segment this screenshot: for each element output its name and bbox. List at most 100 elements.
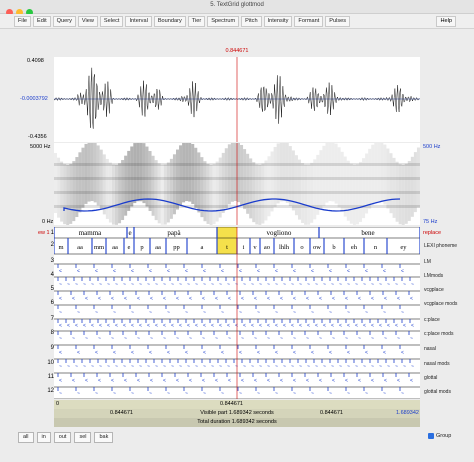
phoneme-label[interactable]: eh	[351, 244, 358, 251]
tier-mark: <	[111, 378, 114, 384]
spectrogram-panel[interactable]	[54, 143, 420, 225]
tier-mark: <	[95, 350, 98, 356]
tier-mark: <	[371, 323, 374, 329]
tier-mark: <	[95, 269, 98, 275]
group-checkbox[interactable]: Group	[428, 433, 451, 439]
tier-mark: ~	[139, 364, 142, 370]
tier-mark: ~	[149, 391, 152, 397]
tier-mark: ~	[411, 364, 414, 370]
phoneme-label[interactable]: o	[300, 244, 303, 251]
phoneme-label[interactable]: mm	[94, 244, 104, 251]
checkbox-icon[interactable]	[428, 433, 434, 439]
tier-mark: ~	[189, 336, 192, 342]
tier-mark: ~	[228, 336, 231, 342]
tier-mark: <	[124, 296, 127, 302]
tier-mark: <	[59, 350, 62, 356]
phoneme-label[interactable]: ao	[264, 244, 270, 251]
phoneme-label[interactable]: lhlh	[279, 244, 290, 251]
tier-mark: <	[251, 323, 254, 329]
tier-mark: <	[283, 323, 286, 329]
tier-mark: <	[221, 269, 224, 275]
phoneme-label[interactable]: pp	[173, 244, 180, 251]
phoneme-label[interactable]: aa	[155, 244, 161, 251]
phoneme-label[interactable]: b	[332, 244, 335, 251]
phoneme-label[interactable]: t	[226, 244, 228, 251]
menu-select[interactable]: Select	[99, 16, 124, 27]
tier-mark: ~	[379, 364, 382, 370]
tier-mark: <	[185, 350, 188, 356]
phoneme-label[interactable]: aa	[77, 244, 83, 251]
menu-interval[interactable]: Interval	[125, 16, 152, 27]
tier-mark: <	[59, 378, 62, 384]
menu-edit[interactable]: Edit	[33, 16, 51, 27]
tier-mark: ~	[411, 282, 414, 288]
menu-spectrum[interactable]: Spectrum	[207, 16, 240, 27]
phoneme-label[interactable]: n	[374, 244, 378, 251]
tier-mark: <	[113, 350, 116, 356]
tier-mark: ~	[219, 282, 222, 288]
tier-area[interactable]: mamma e papà vogliono bene m aa mm aa e p aa pp a t i v a…	[54, 227, 420, 399]
menu-pitch[interactable]: Pitch	[241, 16, 262, 27]
phoneme-label[interactable]: m	[58, 244, 63, 251]
phoneme-label[interactable]: aa	[112, 244, 118, 251]
tier-mark: <	[115, 323, 118, 329]
phoneme-label[interactable]: p	[140, 244, 143, 251]
menu-bar: File Edit Query View Select Interval Boundary T…	[0, 14, 474, 29]
tier-mark: ~	[383, 391, 386, 397]
tier-mark: ~	[379, 282, 382, 288]
tier-mark: ~	[401, 310, 404, 316]
tier-mark: ~	[323, 364, 326, 370]
button-out[interactable]: out	[53, 432, 72, 443]
tier-mark: ~	[293, 310, 296, 316]
tier-name: c:place	[424, 317, 440, 323]
praat-window: 5. TextGrid glottmod File Edit Query View Se…	[0, 0, 474, 462]
tier-mark: ~	[167, 391, 170, 397]
button-all[interactable]: all	[18, 432, 34, 443]
tier-mark: ~	[358, 336, 361, 342]
waveform-panel[interactable]	[54, 57, 420, 142]
phoneme-label[interactable]: ey	[400, 244, 407, 251]
tier-mark: <	[235, 323, 238, 329]
phoneme-label[interactable]: i	[243, 244, 245, 251]
word-label[interactable]: vogliono	[267, 229, 292, 237]
tier-mark: ~	[227, 282, 230, 288]
tier-mark: <	[306, 296, 309, 302]
group-label: Group	[436, 433, 452, 439]
tier-mark: <	[67, 323, 70, 329]
tier-name: nasal mods	[424, 361, 450, 367]
menu-intensity[interactable]: Intensity	[263, 16, 293, 27]
menu-help[interactable]: Help	[436, 16, 456, 27]
bottom-cursor-time: 0.844671	[220, 401, 243, 407]
tier-mark: <	[131, 350, 134, 356]
tier-mark: <	[203, 269, 206, 275]
button-sel[interactable]: sel	[74, 432, 92, 443]
waveform-max: 0.4098	[27, 58, 44, 64]
phoneme-label[interactable]: v	[253, 244, 257, 251]
menu-file[interactable]: File	[14, 16, 32, 27]
phoneme-label[interactable]: a	[201, 244, 204, 251]
menu-view[interactable]: View	[77, 16, 98, 27]
tier-mark: ~	[185, 391, 188, 397]
word-label[interactable]: papà	[167, 229, 181, 237]
word-label[interactable]: mamma	[79, 229, 102, 237]
button-bak[interactable]: bak	[94, 432, 114, 443]
menu-boundary[interactable]: Boundary	[153, 16, 186, 27]
menu-pulses[interactable]: Pulses	[325, 16, 351, 27]
tier-mark: ~	[131, 310, 134, 316]
waveform-mid: -0.0003792	[20, 96, 48, 102]
tier-mark: <	[131, 323, 134, 329]
tier-mark: ~	[99, 364, 102, 370]
tier-mark: <	[163, 378, 166, 384]
tier-mark: <	[221, 350, 224, 356]
phoneme-label[interactable]: e	[128, 244, 131, 251]
menu-formant[interactable]: Formant	[294, 16, 324, 27]
button-in[interactable]: in	[36, 432, 51, 443]
word-label[interactable]: e	[128, 229, 131, 237]
menu-query[interactable]: Query	[52, 16, 76, 27]
tier-number-10: 10	[47, 360, 54, 366]
word-label[interactable]: bene	[361, 229, 374, 237]
menu-tier[interactable]: Tier	[187, 16, 206, 27]
tier-mark: <	[139, 323, 142, 329]
phoneme-label[interactable]: ow	[313, 244, 321, 251]
tier-mark: ~	[329, 310, 332, 316]
